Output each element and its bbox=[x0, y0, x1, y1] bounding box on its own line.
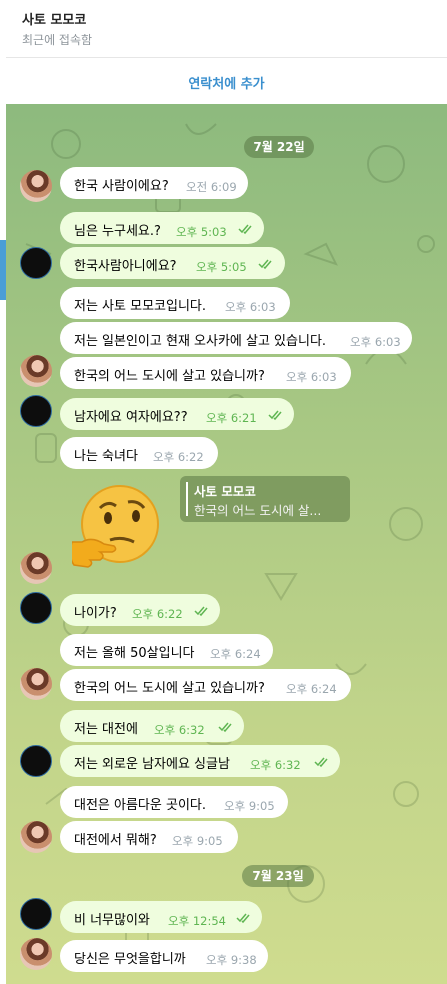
message-text: 당신은 무엇을합니까 bbox=[74, 952, 186, 967]
message-bubble[interactable]: 저는 사토 모모코입니다. 오후 6:03 bbox=[60, 287, 290, 319]
message-text: 대전은 아름다운 곳이다. bbox=[74, 798, 206, 813]
message-bubble[interactable]: 한국의 어느 도시에 살고 있습니까? 오후 6:24 bbox=[60, 669, 351, 701]
message-text: 비 너무많이와 bbox=[74, 913, 150, 928]
read-check-icon bbox=[258, 259, 272, 270]
message-time: 오후 6:03 bbox=[350, 335, 401, 349]
message-text: 저는 사토 모모코입니다. bbox=[74, 299, 206, 314]
message-text: 한국의 어느 도시에 살고 있습니까? bbox=[74, 681, 265, 696]
avatar[interactable] bbox=[20, 170, 52, 202]
message-time: 오후 6:03 bbox=[286, 370, 337, 384]
read-check-icon bbox=[236, 913, 250, 924]
message-time: 오후 6:32 bbox=[250, 758, 301, 772]
avatar[interactable] bbox=[20, 821, 52, 853]
avatar[interactable] bbox=[20, 552, 52, 584]
message-time: 오후 6:03 bbox=[225, 300, 276, 314]
message-text: 대전에서 뭐해? bbox=[74, 833, 157, 848]
thinking-face-sticker[interactable] bbox=[72, 484, 162, 574]
chat-header[interactable]: 사토 모모코 최근에 접속함 bbox=[0, 0, 447, 57]
message-time: 오후 9:05 bbox=[172, 834, 223, 848]
message-bubble[interactable]: 저는 올해 50살입니다 오후 6:24 bbox=[60, 634, 273, 666]
message-time: 오후 12:54 bbox=[168, 914, 226, 928]
message-area[interactable]: 7월 22일 한국 사람이에요? 오전 6:09 님은 누구세요.? 오후 5:… bbox=[6, 104, 447, 984]
message-bubble[interactable]: 저는 일본인이고 현재 오사카에 살고 있습니다. 오후 6:03 bbox=[60, 322, 412, 354]
message-text: 한국사람아니에요? bbox=[74, 259, 177, 274]
read-check-icon bbox=[314, 757, 328, 768]
message-bubble[interactable]: 당신은 무엇을합니까 오후 9:38 bbox=[60, 940, 268, 972]
message-time: 오후 5:05 bbox=[196, 260, 247, 274]
message-bubble[interactable]: 대전에서 뭐해? 오후 9:05 bbox=[60, 821, 238, 853]
message-text: 저는 대전에 bbox=[74, 722, 138, 737]
message-bubble[interactable]: 남자에요 여자에요?? 오후 6:21 bbox=[60, 398, 294, 430]
read-check-icon bbox=[238, 224, 252, 235]
read-check-icon bbox=[194, 606, 208, 617]
contact-status: 최근에 접속함 bbox=[22, 33, 93, 47]
avatar[interactable] bbox=[20, 898, 52, 930]
message-text: 남자에요 여자에요?? bbox=[74, 410, 188, 425]
avatar[interactable] bbox=[20, 668, 52, 700]
message-bubble[interactable]: 저는 외로운 남자에요 싱글남 오후 6:32 bbox=[60, 745, 340, 777]
message-time: 오후 6:22 bbox=[153, 450, 204, 464]
read-check-icon bbox=[268, 410, 282, 421]
message-text: 나는 숙녀다 bbox=[74, 449, 138, 464]
message-text: 한국의 어느 도시에 살고 있습니까? bbox=[74, 369, 265, 384]
message-time: 오후 9:38 bbox=[206, 953, 257, 967]
message-bubble[interactable]: 한국 사람이에요? 오전 6:09 bbox=[60, 167, 248, 199]
avatar[interactable] bbox=[20, 395, 52, 427]
message-bubble[interactable]: 비 너무많이와 오후 12:54 bbox=[60, 901, 262, 933]
message-bubble[interactable]: 나이가? 오후 6:22 bbox=[60, 594, 220, 626]
reply-author: 사토 모모코 bbox=[194, 484, 256, 499]
reply-preview[interactable]: 사토 모모코 한국의 어느 도시에 살... bbox=[180, 476, 350, 522]
message-bubble[interactable]: 저는 대전에 오후 6:32 bbox=[60, 710, 244, 742]
message-bubble[interactable]: 님은 누구세요.? 오후 5:03 bbox=[60, 212, 264, 244]
message-text: 저는 올해 50살입니다 bbox=[74, 646, 195, 661]
message-time: 오후 9:05 bbox=[224, 799, 275, 813]
read-check-icon bbox=[218, 722, 232, 733]
message-bubble[interactable]: 나는 숙녀다 오후 6:22 bbox=[60, 437, 218, 469]
add-contact-button[interactable]: 연락처에 추가 bbox=[6, 73, 447, 92]
date-badge: 7월 22일 bbox=[244, 136, 314, 158]
message-text: 저는 외로운 남자에요 싱글남 bbox=[74, 757, 230, 772]
reply-bar bbox=[186, 482, 188, 516]
message-bubble[interactable]: 한국의 어느 도시에 살고 있습니까? 오후 6:03 bbox=[60, 357, 351, 389]
message-text: 한국 사람이에요? bbox=[74, 179, 169, 194]
message-time: 오후 6:24 bbox=[286, 682, 337, 696]
contact-name[interactable]: 사토 모모코 bbox=[22, 9, 86, 28]
message-time: 오후 6:22 bbox=[132, 607, 183, 621]
avatar[interactable] bbox=[20, 938, 52, 970]
message-text: 님은 누구세요.? bbox=[74, 224, 161, 239]
message-time: 오후 5:03 bbox=[176, 225, 227, 239]
message-time: 오후 6:32 bbox=[154, 723, 205, 737]
message-time: 오전 6:09 bbox=[186, 180, 237, 194]
message-time: 오후 6:24 bbox=[210, 647, 261, 661]
message-text: 나이가? bbox=[74, 606, 117, 621]
avatar[interactable] bbox=[20, 592, 52, 624]
avatar[interactable] bbox=[20, 355, 52, 387]
message-bubble[interactable]: 한국사람아니에요? 오후 5:05 bbox=[60, 247, 285, 279]
message-text: 저는 일본인이고 현재 오사카에 살고 있습니다. bbox=[74, 334, 327, 349]
message-time: 오후 6:21 bbox=[206, 411, 257, 425]
avatar[interactable] bbox=[20, 247, 52, 279]
date-badge: 7월 23일 bbox=[242, 865, 314, 887]
reply-text: 한국의 어느 도시에 살... bbox=[194, 503, 322, 518]
add-contact-bar: 연락처에 추가 bbox=[6, 57, 447, 106]
avatar[interactable] bbox=[20, 745, 52, 777]
message-bubble[interactable]: 대전은 아름다운 곳이다. 오후 9:05 bbox=[60, 786, 288, 818]
